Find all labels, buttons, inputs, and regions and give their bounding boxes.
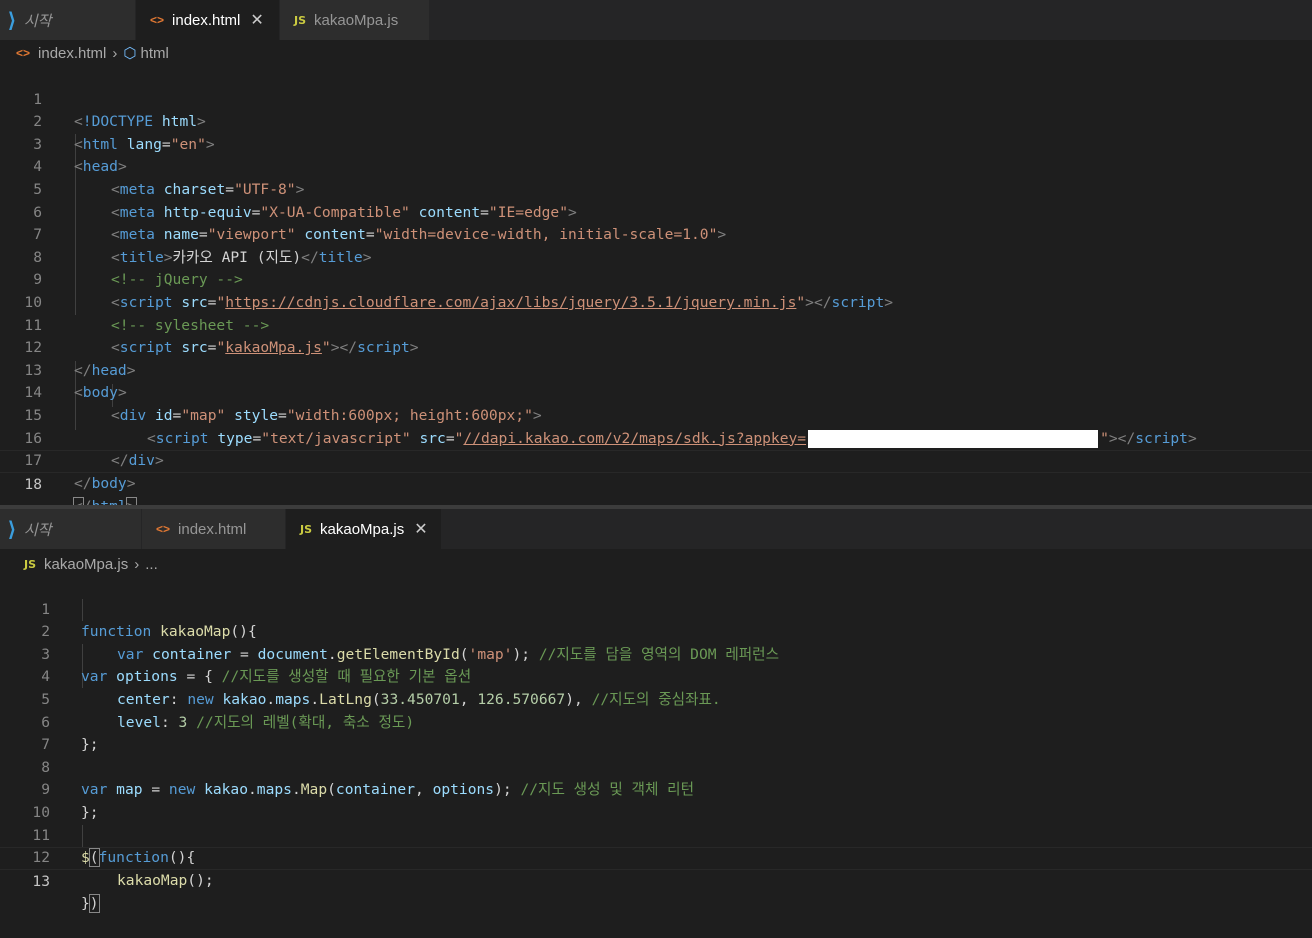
code-line: 10 (0, 779, 1312, 821)
code-line: 2 var container = document.getElementByI… (0, 599, 1312, 663)
code-line: 11 <script src="kakaoMpa.js"></script> (0, 292, 1312, 357)
code-line: 3 var options = { //지도를 생성할 때 필요한 기본 옵션 (0, 621, 1312, 686)
code-line: 5 <meta http-equiv="X-UA-Compatible" con… (0, 156, 1312, 221)
js-file-icon: JS (300, 522, 313, 536)
vscode-logo-icon: ⟩ (8, 518, 16, 541)
element-icon: ⬡ (123, 45, 137, 62)
code-line: 1 <!DOCTYPE html> (0, 66, 1312, 131)
code-line-current: 18 </html> (0, 450, 1312, 505)
code-line: 12 kakaoMap(); (0, 825, 1312, 889)
breadcrumb-item-file[interactable]: kakaoMpa.js (44, 556, 128, 573)
vscode-logo-icon: ⟩ (8, 9, 16, 32)
code-line: 8 <!-- jQuery --> (0, 224, 1312, 289)
code-line: 1 function kakaoMap(){ (0, 576, 1312, 641)
editor-pane-index-html: ⟩ 시작 <> index.html ✕ JS kakaoMpa.js <> i… (0, 0, 1312, 505)
line-number: 13 (32, 872, 50, 890)
tab-index-html[interactable]: <> index.html (142, 509, 286, 549)
code-line: 9 }; (0, 757, 1312, 821)
tab-start[interactable]: ⟩ 시작 (0, 509, 142, 549)
code-line: 7 (0, 712, 1312, 753)
breadcrumb-item-element[interactable]: html (141, 45, 169, 62)
code-line: 9 <script src="https://cdnjs.cloudflare.… (0, 247, 1312, 311)
code-line: 16 </div> (0, 405, 1312, 470)
tab-kakaompa-js[interactable]: JS kakaoMpa.js (280, 0, 430, 40)
tab-label: kakaoMpa.js (320, 520, 405, 538)
tab-bar: ⟩ 시작 <> index.html JS kakaoMpa.js ✕ (0, 509, 1312, 549)
code-line: 17 </body> (0, 428, 1312, 492)
tab-kakaompa-js[interactable]: JS kakaoMpa.js ✕ (286, 509, 442, 549)
chevron-right-icon: › (112, 44, 118, 62)
tab-bar: ⟩ 시작 <> index.html ✕ JS kakaoMpa.js (0, 0, 1312, 40)
code-line: 14 <div id="map" style="width:600px; hei… (0, 360, 1312, 424)
js-file-icon: JS (24, 557, 37, 571)
js-file-icon: JS (294, 13, 307, 27)
code-line: 8 var map = new kakao.maps.Map(container… (0, 734, 1312, 799)
html-file-icon: <> (150, 13, 165, 27)
tab-label: 시작 (23, 521, 52, 539)
tab-index-html[interactable]: <> index.html ✕ (136, 0, 280, 40)
code-line: 7 <title>카카오 API (지도)</title> (0, 202, 1312, 266)
line-number: 18 (24, 475, 42, 493)
close-icon[interactable]: ✕ (414, 519, 427, 539)
code-line: 10 <!-- sylesheet --> (0, 269, 1312, 334)
code-line: 15 <script type="text/javascript" src="/… (0, 382, 1312, 448)
code-line: 4 center: new kakao.maps.LatLng(33.45070… (0, 644, 1312, 708)
code-line: 6 <meta name="viewport" content="width=d… (0, 179, 1312, 244)
code-line: 5 level: 3 //지도의 레벨(확대, 축소 정도) (0, 666, 1312, 731)
breadcrumb-item-more[interactable]: ... (145, 556, 158, 573)
code-line: 13 <body> (0, 337, 1312, 402)
tab-label: 시작 (23, 12, 52, 30)
breadcrumb: JS kakaoMpa.js › ... (24, 552, 158, 576)
close-icon[interactable]: ✕ (250, 10, 263, 30)
tab-label: index.html (172, 11, 241, 29)
tab-label: index.html (178, 520, 247, 538)
code-line-current: 13 }) (0, 847, 1312, 914)
code-line: 4 <meta charset="UTF-8"> (0, 134, 1312, 198)
tab-start[interactable]: ⟩ 시작 (0, 0, 136, 40)
code-line: 2 <html lang="en"> (0, 89, 1312, 153)
code-line: 12 </head> (0, 315, 1312, 379)
code-line: 11 $(function(){ (0, 802, 1312, 868)
html-file-icon: <> (16, 46, 31, 60)
breadcrumb: <> index.html › ⬡ html (16, 41, 169, 65)
editor-pane-kakaompa-js: ⟩ 시작 <> index.html JS kakaoMpa.js ✕ JS k… (0, 509, 1312, 938)
code-line: 3 <head> (0, 111, 1312, 176)
tab-label: kakaoMpa.js (314, 11, 399, 29)
function-call: kakaoMap (117, 871, 188, 889)
html-file-icon: <> (156, 522, 171, 536)
code-line: 6 }; (0, 689, 1312, 754)
chevron-right-icon: › (134, 555, 140, 573)
breadcrumb-item-file[interactable]: index.html (38, 45, 106, 62)
